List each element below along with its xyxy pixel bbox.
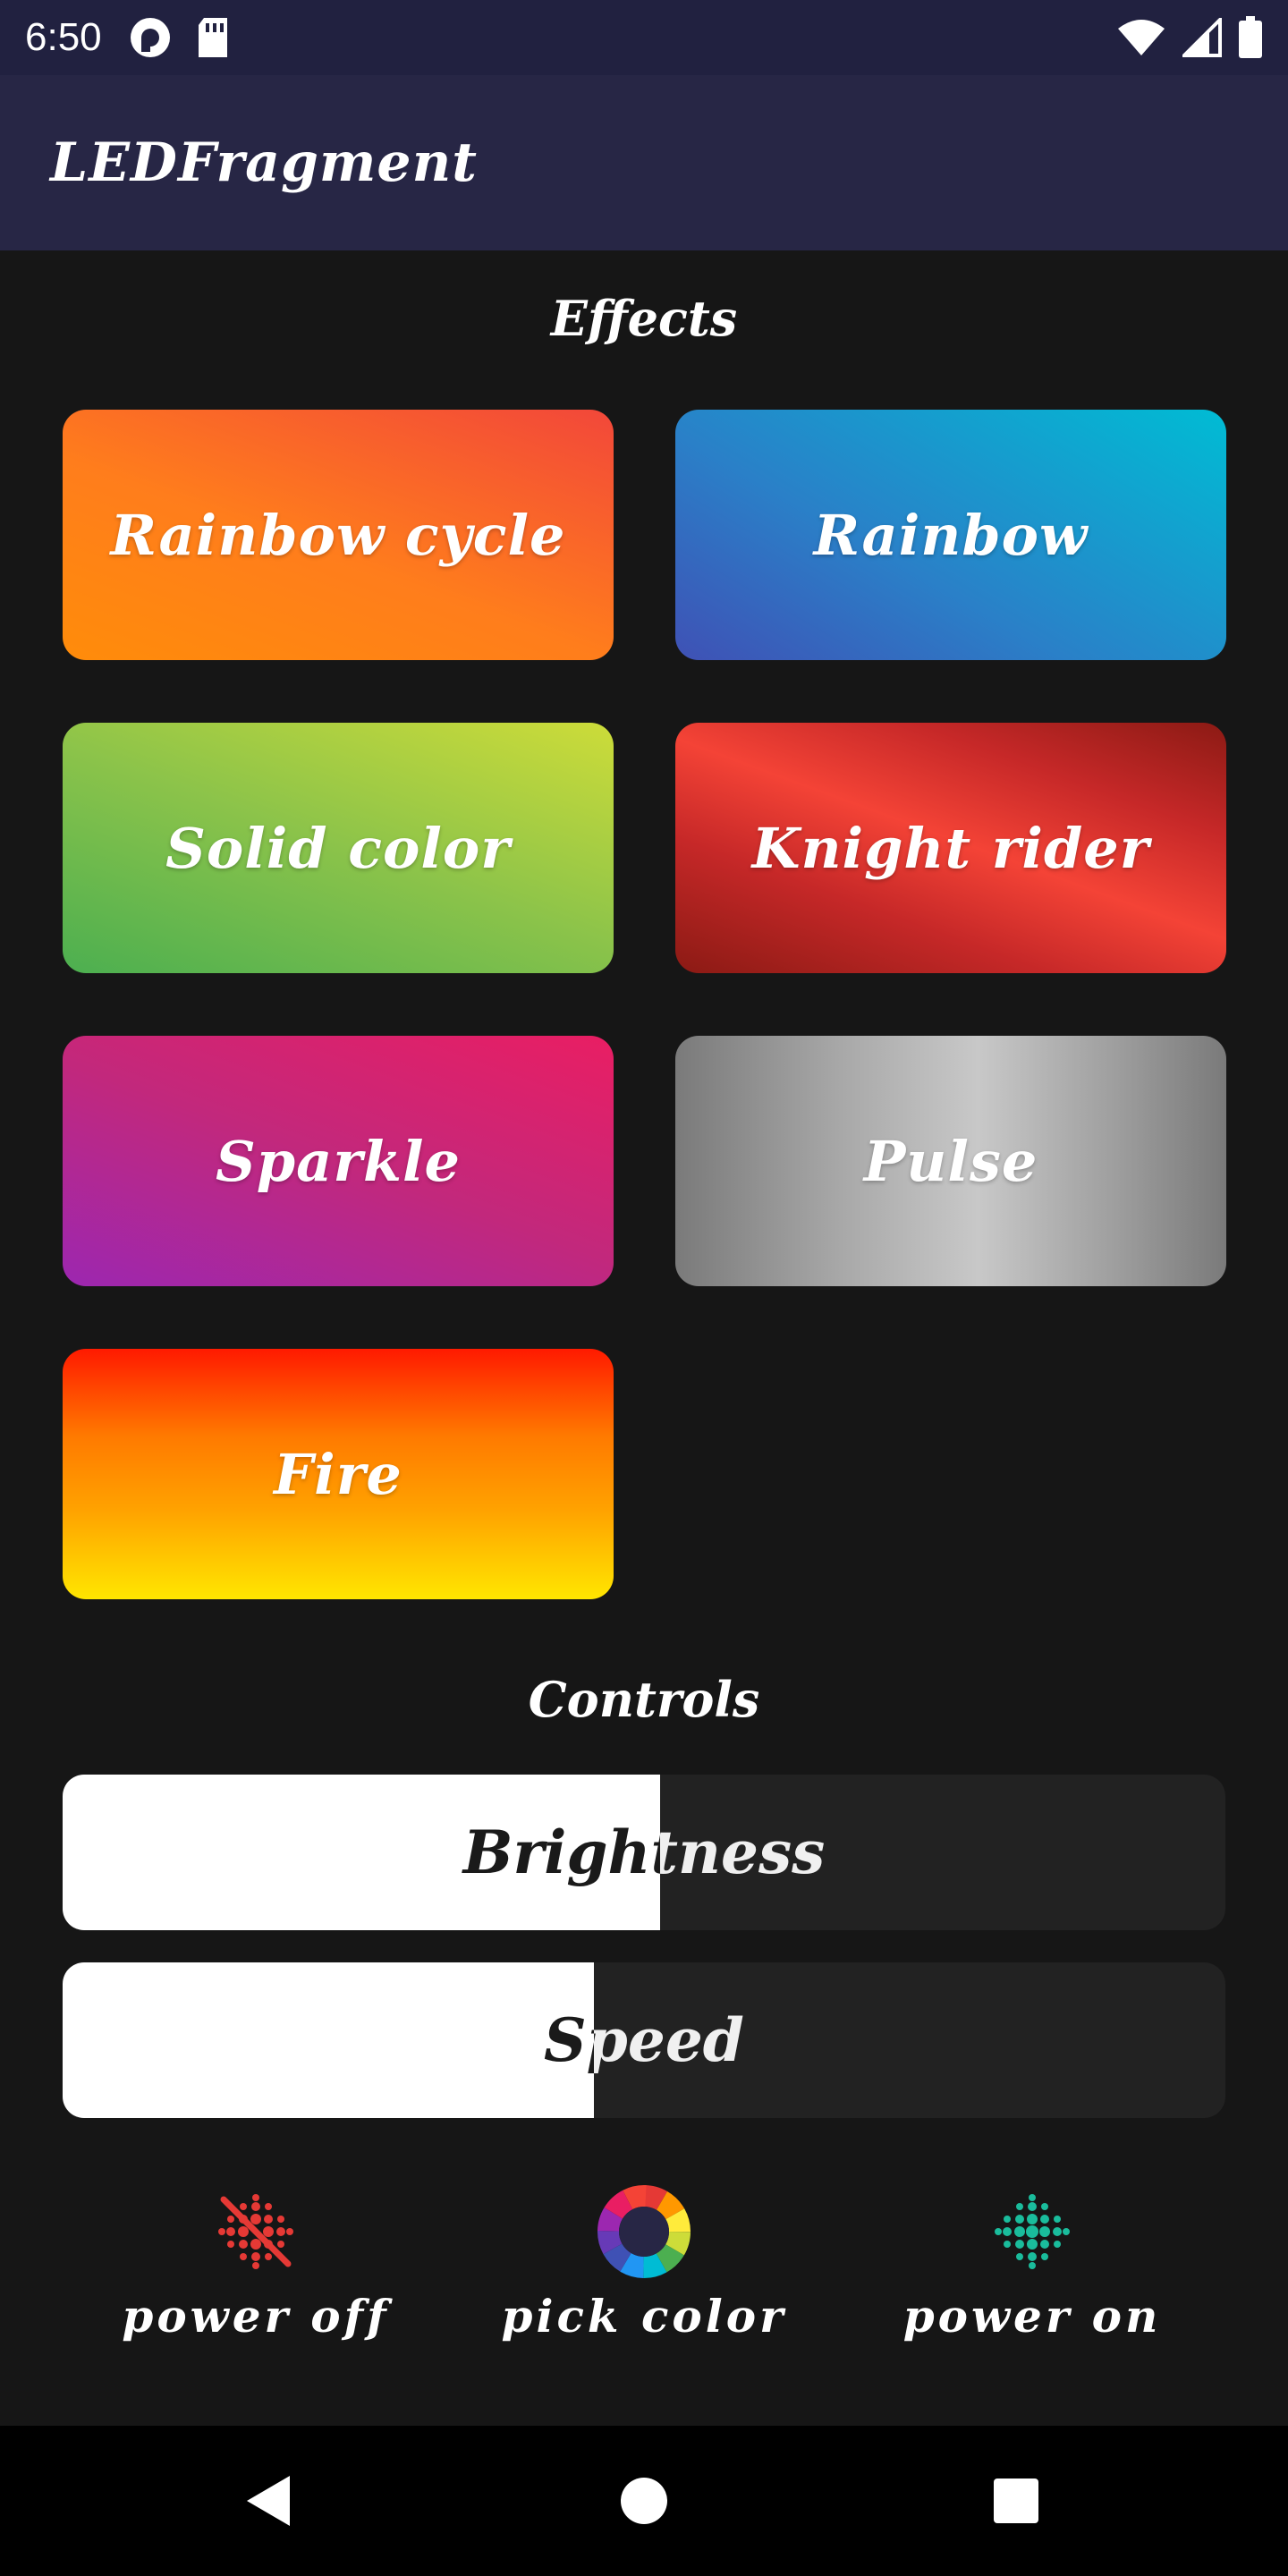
wifi-icon — [1116, 18, 1166, 57]
speed-label-clip: Speed — [63, 1962, 594, 2118]
back-icon[interactable] — [215, 2447, 322, 2555]
effects-title: Effects — [550, 290, 738, 347]
recents-icon[interactable] — [962, 2447, 1070, 2555]
brightness-slider[interactable]: Brightness Brightness — [63, 1775, 1225, 1930]
home-icon[interactable] — [590, 2447, 698, 2555]
effect-fire-button[interactable]: Fire — [63, 1349, 614, 1599]
effect-solid-color-button[interactable]: Solid color — [63, 723, 614, 973]
color-wheel-icon — [595, 2182, 693, 2281]
effect-label: Solid color — [165, 815, 511, 881]
effect-pulse-button[interactable]: Pulse — [675, 1036, 1226, 1286]
pick-color-button[interactable]: pick color — [447, 2182, 841, 2361]
pocket-casts-icon — [129, 16, 172, 59]
nav-bar — [0, 2426, 1288, 2576]
led-off-icon — [207, 2182, 305, 2281]
pick-color-label: pick color — [501, 2290, 787, 2343]
app-bar: LEDFragment — [0, 75, 1288, 250]
effect-knight-rider-button[interactable]: Knight rider — [675, 723, 1226, 973]
speed-label-dark: Speed — [544, 2005, 594, 2075]
effect-label: Fire — [274, 1441, 402, 1507]
effect-label: Sparkle — [216, 1128, 461, 1194]
app-title: LEDFragment — [50, 131, 478, 194]
cellular-signal-icon — [1182, 18, 1222, 57]
brightness-label-dark: Brightness — [462, 1818, 660, 1887]
speed-slider[interactable]: Speed Speed — [63, 1962, 1225, 2118]
power-off-button[interactable]: power off — [59, 2182, 453, 2361]
effect-label: Rainbow cycle — [110, 502, 566, 568]
effect-label: Rainbow — [813, 502, 1089, 568]
effect-rainbow-cycle-button[interactable]: Rainbow cycle — [63, 410, 614, 660]
effect-sparkle-button[interactable]: Sparkle — [63, 1036, 614, 1286]
power-off-label: power off — [122, 2290, 390, 2343]
sd-card-icon — [195, 16, 231, 59]
effect-label: Knight rider — [751, 815, 1150, 881]
effect-label: Pulse — [863, 1128, 1038, 1194]
status-bar: 6:50 — [0, 0, 1288, 75]
power-on-label: power on — [902, 2290, 1162, 2343]
led-on-icon — [983, 2182, 1081, 2281]
effect-rainbow-button[interactable]: Rainbow — [675, 410, 1226, 660]
brightness-label-clip: Brightness — [63, 1775, 660, 1930]
status-time: 6:50 — [25, 15, 102, 59]
power-on-button[interactable]: power on — [835, 2182, 1229, 2361]
battery-icon — [1238, 16, 1263, 59]
controls-title: Controls — [528, 1671, 760, 1728]
